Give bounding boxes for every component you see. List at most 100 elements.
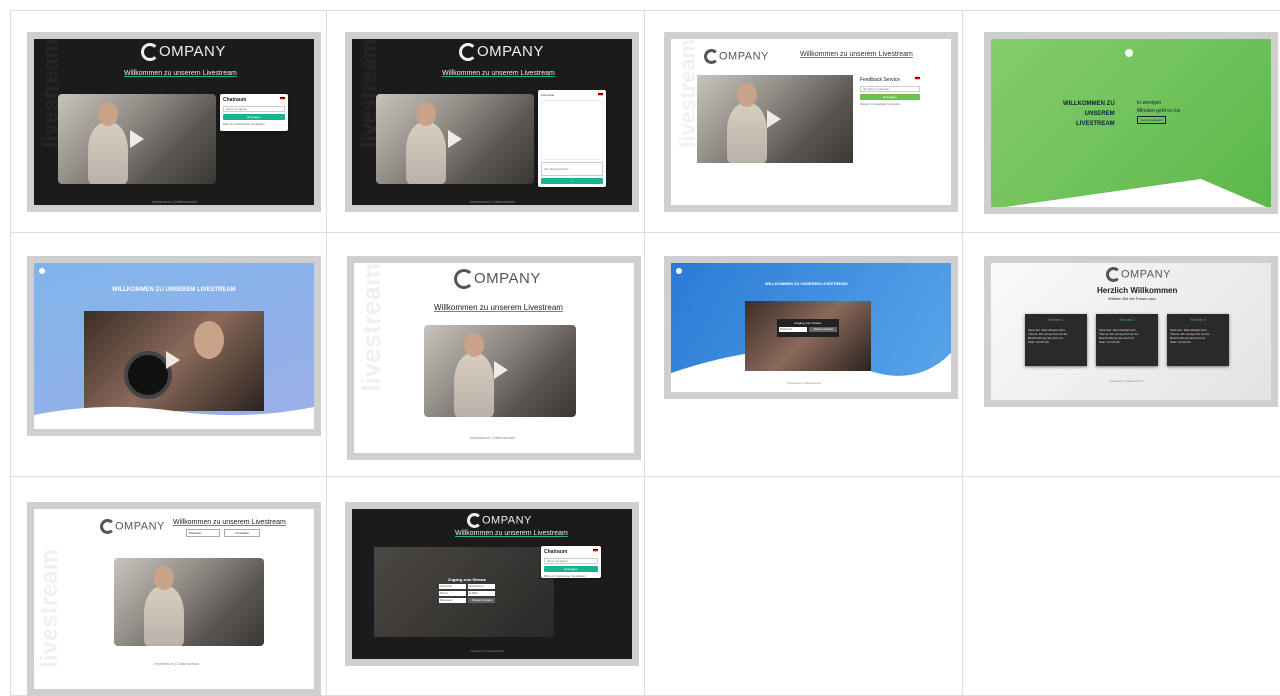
brand-text: OMPANY bbox=[482, 514, 532, 527]
footer-links[interactable]: Impressum | Datenschutz bbox=[1109, 379, 1143, 383]
chat-title: Chatraum bbox=[223, 97, 247, 103]
flag-icon[interactable] bbox=[593, 549, 598, 552]
play-icon[interactable] bbox=[130, 130, 144, 148]
page-title: Willkommen zu unserem Livestream bbox=[124, 70, 237, 77]
footer-links[interactable]: Impressum | Datenschutz bbox=[470, 649, 504, 653]
green-start-button[interactable]: zum Livestream bbox=[1137, 116, 1167, 124]
brand-text: OMPANY bbox=[1121, 268, 1171, 281]
forum-card-1[interactable]: Forum 1 Sprecher: Max Mustermann Thema: … bbox=[1025, 314, 1087, 366]
feedback-note: Weiter zu Feedback Formular bbox=[860, 102, 900, 106]
brand-text: OMPANY bbox=[159, 43, 226, 60]
chat-panel: Chatraum Einloggen Bitte ein Gastnamen b… bbox=[220, 94, 288, 131]
video-player[interactable] bbox=[697, 75, 853, 163]
feedback-login-button[interactable]: Einloggen bbox=[860, 94, 920, 100]
password-field[interactable]: Passwort bbox=[439, 598, 466, 603]
video-player[interactable] bbox=[114, 558, 264, 646]
password-field[interactable]: Passwort bbox=[186, 529, 220, 537]
brand-dot-icon bbox=[39, 268, 45, 274]
brand-logo: OMPANY bbox=[467, 513, 532, 528]
access-start-button[interactable]: Stream starten bbox=[809, 327, 837, 332]
video-player[interactable] bbox=[424, 325, 576, 417]
chat-message-input[interactable] bbox=[541, 162, 603, 176]
logo-ring-icon bbox=[704, 49, 719, 64]
footer-links[interactable]: Impressum | Datenschutz bbox=[470, 435, 515, 440]
template-gallery: livestream OMPANY Willkommen zu unserem … bbox=[10, 10, 1280, 696]
footer-links[interactable]: Impressum | Datenschutz bbox=[787, 381, 821, 385]
brand-text: OMPANY bbox=[719, 50, 769, 63]
template-tile-8[interactable]: OMPANY Herzlich Willkommen Wählen Sie ei… bbox=[963, 233, 1280, 477]
feedback-title: Feedback Service bbox=[860, 77, 901, 83]
play-icon[interactable] bbox=[767, 110, 781, 128]
template-tile-10[interactable]: OMPANY Willkommen zu unserem Livestream … bbox=[327, 477, 645, 696]
password-submit-button[interactable]: Anmelden bbox=[224, 529, 260, 537]
page-title: Willkommen zu unserem Livestream bbox=[442, 70, 555, 77]
chat-send-button[interactable]: ✓ bbox=[541, 178, 603, 184]
chat-note: Bitte ein Gastnamen bestätigen bbox=[223, 122, 265, 126]
company-field[interactable]: Firma bbox=[439, 591, 466, 596]
email-field[interactable]: E-Mail bbox=[468, 591, 495, 596]
logo-ring-icon bbox=[141, 43, 159, 62]
side-watermark: livestream bbox=[36, 549, 63, 668]
template-tile-4[interactable]: WILLKOMMEN ZU UNSEREM LIVESTREAM In wenige… bbox=[963, 11, 1280, 233]
empty-tile bbox=[963, 477, 1280, 696]
green-subtext: In wenigen Minuten geht es los bbox=[1137, 100, 1181, 114]
brand-logo: OMPANY bbox=[141, 43, 226, 62]
video-player[interactable] bbox=[84, 311, 264, 411]
forum-title: Forum 2 bbox=[1119, 317, 1135, 322]
forum-subheading: Wählen Sie ein Forum aus: bbox=[1108, 296, 1157, 301]
bottom-wave bbox=[1005, 179, 1267, 207]
footer-links[interactable]: Impressum | Datenschutz bbox=[152, 199, 197, 204]
side-watermark: livestream bbox=[356, 263, 386, 392]
template-tile-1[interactable]: livestream OMPANY Willkommen zu unserem … bbox=[11, 11, 327, 233]
chat-login-button[interactable]: Einloggen bbox=[223, 114, 285, 120]
template-tile-2[interactable]: livestream OMPANY Willkommen zu unserem … bbox=[327, 11, 645, 233]
stream-start-button[interactable]: Stream starten bbox=[468, 598, 495, 603]
footer-links[interactable]: Impressum | Datenschutz bbox=[154, 661, 199, 666]
template-tile-9[interactable]: livestream OMPANY Willkommen zu unserem … bbox=[11, 477, 327, 696]
brand-text: OMPANY bbox=[474, 269, 541, 287]
flag-icon[interactable] bbox=[598, 93, 603, 96]
template-tile-5[interactable]: WILLKOMMEN ZU UNSEREM LIVESTREAM bbox=[11, 233, 327, 477]
template-tile-6[interactable]: livestream OMPANY Willkommen zu unserem … bbox=[327, 233, 645, 477]
brand-dot-icon bbox=[676, 268, 682, 274]
logo-ring-icon bbox=[467, 513, 482, 528]
brand-logo: OMPANY bbox=[1106, 267, 1171, 282]
flag-icon[interactable] bbox=[915, 77, 920, 80]
forum-heading: Herzlich Willkommen bbox=[1097, 286, 1178, 295]
access-password-field[interactable]: Passwort bbox=[779, 327, 807, 332]
lastname-field[interactable]: Nachname bbox=[468, 584, 495, 589]
forum-card-3[interactable]: Forum 3 Sprecher: Max Mustermann Thema: … bbox=[1167, 314, 1229, 366]
flag-icon[interactable] bbox=[280, 97, 285, 100]
logo-ring-icon bbox=[454, 269, 474, 289]
brand-text: OMPANY bbox=[115, 520, 165, 533]
forum-card-2[interactable]: Forum 2 Sprecher: Max Mustermann Thema: … bbox=[1096, 314, 1158, 366]
footer-links[interactable]: Impressum | Datenschutz bbox=[470, 199, 515, 204]
template-tile-7[interactable]: WILLKOMMEN ZU UNSEREM LIVESTREAM Zugang … bbox=[645, 233, 963, 477]
brand-logo: OMPANY bbox=[704, 49, 769, 64]
chat-login-button[interactable]: Einloggen bbox=[544, 566, 598, 572]
page-title: WILLKOMMEN ZU UNSEREM LIVESTREAM bbox=[765, 281, 848, 286]
chat-name-input[interactable] bbox=[223, 106, 285, 112]
forum-time: Start: 10:00 Uhr bbox=[1170, 340, 1192, 344]
play-icon[interactable] bbox=[494, 361, 508, 379]
chat-messages bbox=[541, 100, 603, 160]
brand-dot-icon bbox=[1125, 49, 1133, 57]
video-player[interactable] bbox=[376, 94, 534, 184]
video-player[interactable] bbox=[58, 94, 216, 184]
play-icon[interactable] bbox=[166, 351, 180, 369]
brand-logo: OMPANY bbox=[100, 519, 165, 534]
green-heading: WILLKOMMEN ZU UNSEREM LIVESTREAM bbox=[1063, 101, 1115, 127]
feedback-name-input[interactable] bbox=[860, 86, 920, 92]
forum-topic: Thema: Ein wenig Text für die Beschreibu… bbox=[1099, 332, 1139, 340]
firstname-field[interactable]: Vorname bbox=[439, 584, 466, 589]
template-tile-3[interactable]: livestream OMPANY Willkommen zu unserem … bbox=[645, 11, 963, 233]
play-icon[interactable] bbox=[448, 130, 462, 148]
empty-tile bbox=[645, 477, 963, 696]
forum-topic: Thema: Ein wenig Text für die Beschreibu… bbox=[1028, 332, 1068, 340]
chat-name-input[interactable] bbox=[544, 558, 598, 564]
feedback-panel: Feedback Service Einloggen Weiter zu Fee… bbox=[857, 74, 923, 112]
access-form: Zugang zum Stream Passwort Stream starten bbox=[777, 319, 839, 337]
access-title: Zugang zum Stream bbox=[794, 321, 822, 325]
registration-title: Zugang zum Stream bbox=[447, 577, 487, 582]
registration-form: Zugang zum Stream Vorname Nachname Firma E… bbox=[437, 577, 497, 605]
